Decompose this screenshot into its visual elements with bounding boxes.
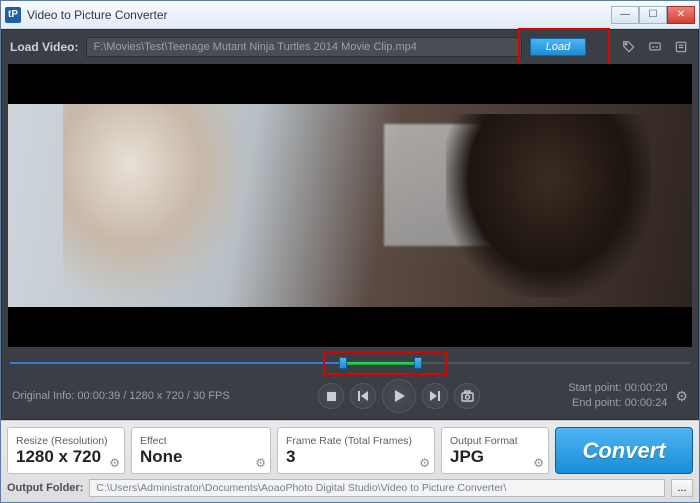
video-path-field[interactable]: F:\Movies\Test\Teenage Mutant Ninja Turt… [86, 37, 522, 57]
range-settings-icon[interactable]: ⚙ [675, 389, 688, 404]
close-button[interactable]: ✕ [667, 6, 695, 24]
frame-rate-gear-icon[interactable]: ⚙ [419, 456, 430, 470]
effect-title: Effect [140, 435, 262, 447]
range-end-handle[interactable] [414, 357, 422, 369]
load-bar: Load Video: F:\Movies\Test\Teenage Mutan… [2, 30, 698, 64]
tag-icon[interactable] [620, 38, 638, 56]
original-info: Original Info: 00:00:39 / 1280 x 720 / 3… [12, 390, 230, 402]
frame-rate-title: Frame Rate (Total Frames) [286, 435, 426, 447]
output-folder-field[interactable]: C:\Users\Administrator\Documents\AoaoPho… [89, 479, 665, 497]
list-icon[interactable] [672, 38, 690, 56]
seek-bar[interactable] [10, 353, 690, 373]
effect-card[interactable]: Effect None ⚙ [131, 427, 271, 474]
browse-output-button[interactable]: ... [671, 479, 693, 497]
video-preview[interactable] [8, 64, 692, 347]
snapshot-button[interactable] [454, 383, 480, 409]
effect-value: None [140, 447, 262, 467]
start-point-value: 00:00:20 [625, 382, 668, 394]
window-title: Video to Picture Converter [27, 8, 611, 22]
start-point-label: Start point: [568, 382, 621, 394]
effect-gear-icon[interactable]: ⚙ [255, 456, 266, 470]
stop-button[interactable] [318, 383, 344, 409]
output-format-title: Output Format [450, 435, 540, 447]
output-format-value: JPG [450, 447, 540, 467]
resize-value: 1280 x 720 [16, 447, 116, 467]
convert-button[interactable]: Convert [555, 427, 693, 474]
load-video-label: Load Video: [10, 40, 78, 54]
end-point-value: 00:00:24 [625, 397, 668, 409]
resize-card[interactable]: Resize (Resolution) 1280 x 720 ⚙ [7, 427, 125, 474]
output-format-card[interactable]: Output Format JPG ⚙ [441, 427, 549, 474]
titlebar: tP Video to Picture Converter — ☐ ✕ [1, 1, 699, 29]
resize-title: Resize (Resolution) [16, 435, 116, 447]
play-button[interactable] [382, 379, 416, 413]
maximize-button[interactable]: ☐ [639, 6, 667, 24]
output-format-gear-icon[interactable]: ⚙ [533, 456, 544, 470]
subtitle-icon[interactable] [646, 38, 664, 56]
minimize-button[interactable]: — [611, 6, 639, 24]
range-start-handle[interactable] [339, 357, 347, 369]
frame-rate-value: 3 [286, 447, 426, 467]
frame-rate-card[interactable]: Frame Rate (Total Frames) 3 ⚙ [277, 427, 435, 474]
prev-frame-button[interactable] [350, 383, 376, 409]
next-frame-button[interactable] [422, 383, 448, 409]
load-button[interactable]: Load [530, 38, 586, 56]
output-folder-label: Output Folder: [7, 482, 83, 494]
end-point-label: End point: [572, 397, 622, 409]
app-icon: tP [5, 7, 21, 23]
resize-gear-icon[interactable]: ⚙ [109, 456, 120, 470]
